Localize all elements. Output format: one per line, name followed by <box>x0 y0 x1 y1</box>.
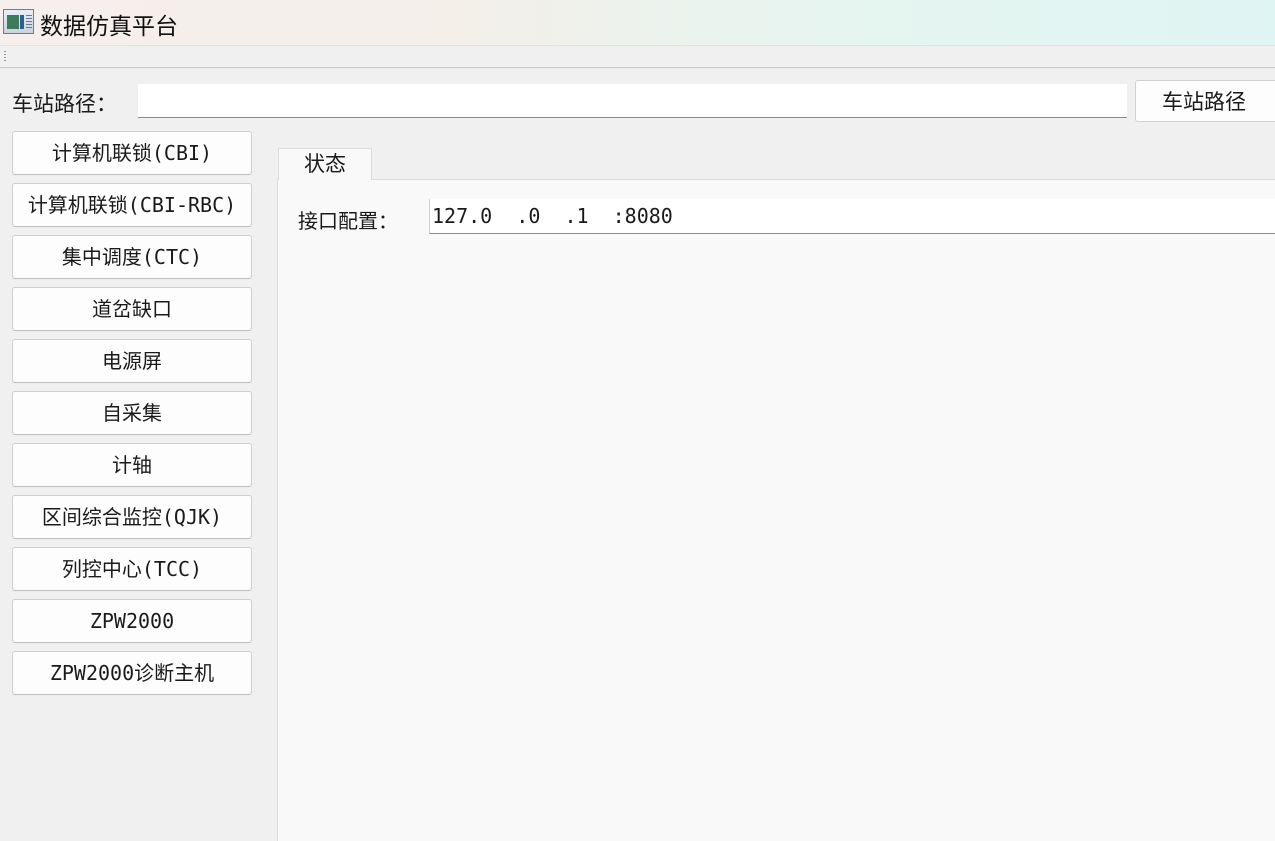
sidebar-button-qjk[interactable]: 区间综合监控(QJK) <box>12 495 252 539</box>
interface-config-label: 接口配置： <box>298 209 398 233</box>
sidebar-button-cbi[interactable]: 计算机联锁(CBI) <box>12 131 252 175</box>
title-bar: 数据仿真平台 <box>0 0 1275 45</box>
station-path-button[interactable]: 车站路径 <box>1135 80 1275 122</box>
sidebar-button-tcc[interactable]: 列控中心(TCC) <box>12 547 252 591</box>
sidebar-button-switch-gap[interactable]: 道岔缺口 <box>12 287 252 331</box>
sidebar-button-ctc[interactable]: 集中调度(CTC) <box>12 235 252 279</box>
app-icon <box>3 9 34 34</box>
sidebar-button-cbi-rbc[interactable]: 计算机联锁(CBI-RBC) <box>12 183 252 227</box>
window-title: 数据仿真平台 <box>40 14 178 40</box>
sidebar-button-self-collect[interactable]: 自采集 <box>12 391 252 435</box>
tab-status[interactable]: 状态 <box>278 148 372 180</box>
sidebar-button-power-panel[interactable]: 电源屏 <box>12 339 252 383</box>
status-tab-panel <box>277 179 1275 841</box>
toolbar <box>0 45 1275 68</box>
sidebar-button-zpw2000[interactable]: ZPW2000 <box>12 599 252 643</box>
station-path-label: 车站路径： <box>12 92 117 116</box>
station-path-input[interactable] <box>138 84 1127 118</box>
sidebar-button-axle-counter[interactable]: 计轴 <box>12 443 252 487</box>
toolbar-grip-handle[interactable] <box>4 51 6 61</box>
sidebar-button-zpw2000-diag-host[interactable]: ZPW2000诊断主机 <box>12 651 252 695</box>
interface-config-input[interactable] <box>429 199 1275 234</box>
